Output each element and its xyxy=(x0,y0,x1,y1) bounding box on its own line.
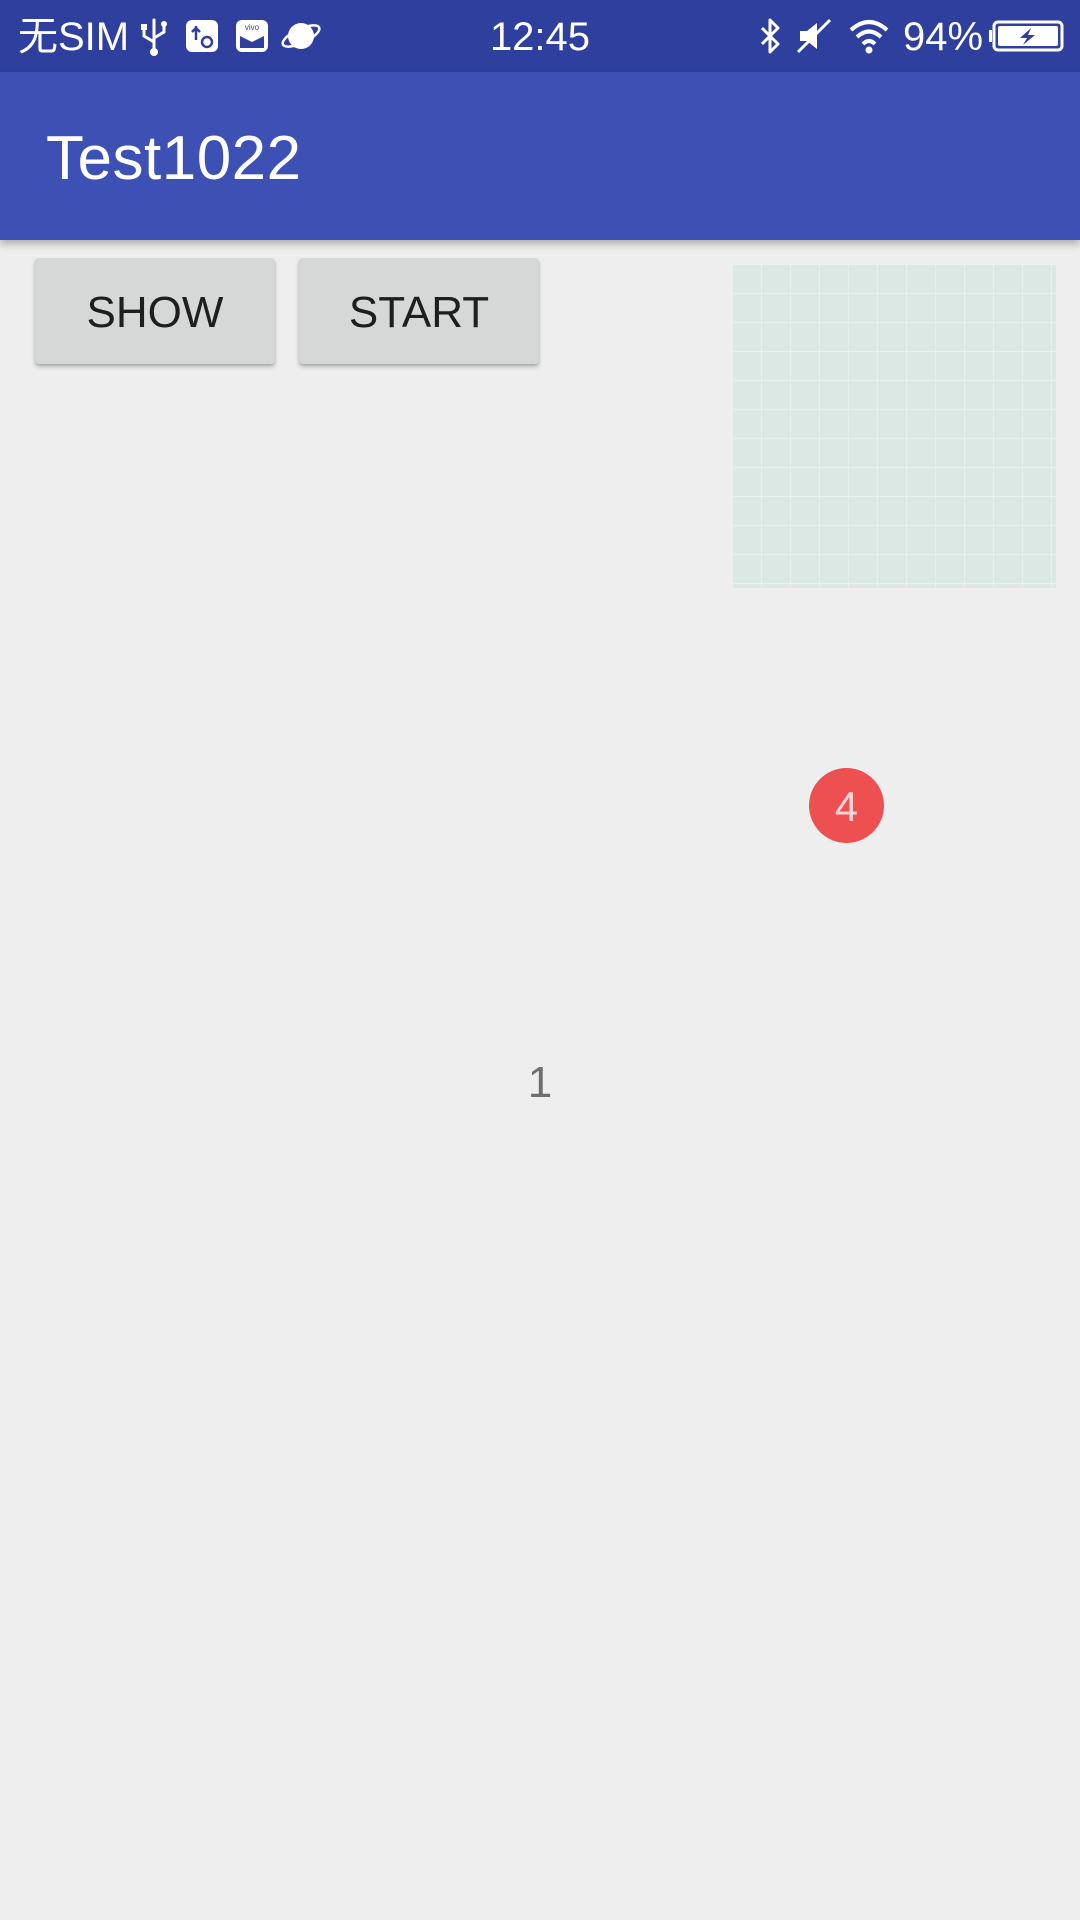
battery-percent: 94% xyxy=(903,15,984,59)
app-bar: Test1022 xyxy=(0,72,1080,240)
count-badge[interactable]: 4 xyxy=(809,768,884,843)
bluetooth-icon xyxy=(748,14,792,58)
wifi-icon xyxy=(847,14,891,58)
counter-text: 1 xyxy=(527,1058,553,1107)
app-title: Test1022 xyxy=(46,124,302,193)
mute-icon xyxy=(792,14,836,58)
preview-view xyxy=(732,264,1056,588)
battery-charging-icon xyxy=(986,14,1066,58)
show-button[interactable]: SHOW xyxy=(35,258,275,364)
start-button[interactable]: START xyxy=(299,258,539,364)
status-bar: 无SIM vivo 12:45 94% xyxy=(0,0,1080,72)
